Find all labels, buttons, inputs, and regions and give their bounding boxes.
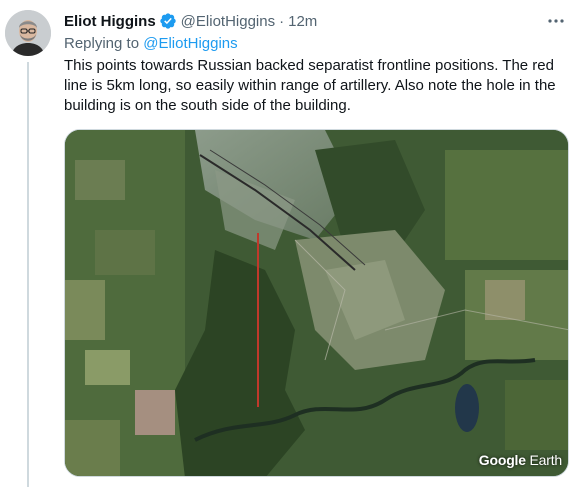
verified-badge-icon xyxy=(159,12,177,30)
replying-to: Replying to @EliotHiggins xyxy=(64,35,238,52)
tweet-image[interactable]: Google Earth xyxy=(64,129,569,477)
google-earth-watermark: Google Earth xyxy=(478,452,562,468)
replying-to-mention[interactable]: @EliotHiggins xyxy=(143,35,237,52)
tweet-text: This points towards Russian backed separ… xyxy=(64,57,556,114)
tweet-time[interactable]: 12m xyxy=(288,13,317,30)
avatar[interactable] xyxy=(5,10,51,56)
thread-line xyxy=(27,62,29,487)
author-name[interactable]: Eliot Higgins xyxy=(64,13,156,30)
more-horizontal-icon[interactable] xyxy=(546,13,566,29)
tweet[interactable]: Eliot Higgins @EliotHiggins · 12m Replyi… xyxy=(0,0,578,487)
author-handle[interactable]: @EliotHiggins xyxy=(181,13,275,30)
replying-to-label: Replying to xyxy=(64,35,140,52)
satellite-map-image xyxy=(65,130,568,476)
separator-dot: · xyxy=(279,12,285,30)
tweet-header: Eliot Higgins @EliotHiggins · 12m xyxy=(64,11,317,31)
